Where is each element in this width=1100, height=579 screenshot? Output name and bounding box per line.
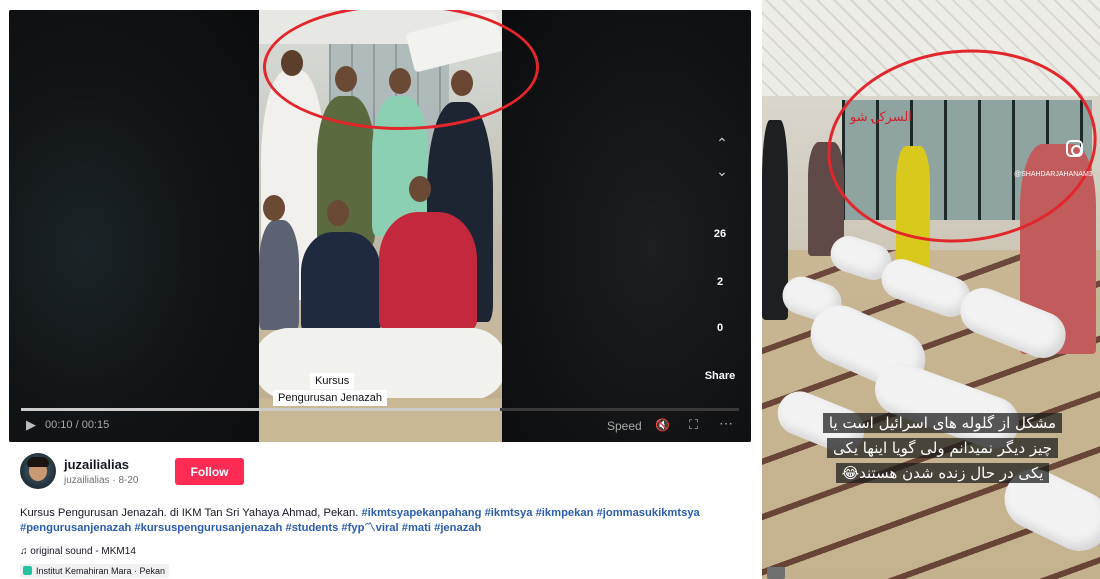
username[interactable]: juzailialias bbox=[64, 457, 129, 472]
player-controls: ▶ 00:10 / 00:15 Speed 🔇 ⛶ ⋯ bbox=[9, 408, 751, 442]
video-info: juzailialias juzailialias · 8-20 Follow … bbox=[9, 442, 751, 579]
persian-caption-line2: چیز دیگر نمیدانم ولی گویا اینها یکی bbox=[827, 438, 1058, 458]
fullscreen-icon[interactable]: ⛶ bbox=[689, 417, 698, 433]
persian-caption-line1: مشکل از گلوله های اسرائیل است یا bbox=[822, 413, 1063, 433]
like-count[interactable]: 26 bbox=[695, 228, 745, 240]
follow-button[interactable]: Follow bbox=[175, 458, 244, 485]
overlay-text: السرکۍ شو bbox=[850, 110, 912, 125]
blurred-background-left bbox=[9, 10, 259, 442]
progress-bar[interactable] bbox=[21, 408, 739, 411]
username-date: juzailialias · 8-20 bbox=[64, 475, 139, 486]
save-count[interactable]: 0 bbox=[695, 322, 745, 334]
chevron-down-icon[interactable]: ⌄ bbox=[712, 163, 732, 180]
progress-fill bbox=[21, 408, 500, 411]
tiktok-video-panel: Kursus Pengurusan Jenazah ⌃ ⌄ 26 2 0 Sha… bbox=[9, 10, 751, 579]
video-player[interactable]: Kursus Pengurusan Jenazah bbox=[9, 10, 751, 442]
hashtag[interactable]: #mati bbox=[402, 522, 431, 534]
music-link[interactable]: ♫ original sound - MKM14 bbox=[20, 546, 136, 557]
speed-button[interactable]: Speed bbox=[607, 419, 642, 433]
location-label: Institut Kemahiran Mara · Pekan bbox=[36, 566, 166, 576]
hashtag[interactable]: #ikmtsya bbox=[485, 507, 533, 519]
instagram-icon bbox=[1066, 140, 1083, 157]
hashtag[interactable]: #kursuspengurusanjenazah bbox=[134, 522, 282, 534]
description-text: Kursus Pengurusan Jenazah. di IKM Tan Sr… bbox=[20, 507, 359, 519]
video-caption-line1: Kursus bbox=[310, 373, 355, 389]
person-red-shirt bbox=[379, 212, 477, 330]
video-description: Kursus Pengurusan Jenazah. di IKM Tan Sr… bbox=[20, 506, 745, 536]
share-button[interactable]: Share bbox=[695, 370, 745, 382]
avatar[interactable] bbox=[20, 453, 56, 489]
location-tag[interactable]: Institut Kemahiran Mara · Pekan bbox=[20, 564, 170, 578]
hashtag[interactable]: #pengurusanjenazah bbox=[20, 522, 131, 534]
persian-caption: مشکل از گلوله های اسرائیل است یا چیز دیگ… bbox=[800, 411, 1085, 486]
comment-count[interactable]: 2 bbox=[695, 276, 745, 288]
video-caption-line2: Pengurusan Jenazah bbox=[273, 390, 387, 406]
corner-icon bbox=[767, 567, 785, 579]
watermark: @SHAHDARJAHANAM3 bbox=[1014, 171, 1093, 178]
hashtag[interactable]: #jenazah bbox=[434, 522, 481, 534]
hashtag[interactable]: #ikmtsyapekanpahang bbox=[361, 507, 481, 519]
chevron-up-icon[interactable]: ⌃ bbox=[712, 135, 732, 152]
more-icon[interactable]: ⋯ bbox=[719, 415, 733, 432]
hashtag[interactable]: #ikmpekan bbox=[536, 507, 594, 519]
persian-caption-line3: یکی در حال زنده شدن هستند😂 bbox=[835, 463, 1050, 483]
person-dark-shirt bbox=[301, 232, 381, 332]
time-display: 00:10 / 00:15 bbox=[45, 419, 110, 431]
hashtag[interactable]: #students bbox=[285, 522, 338, 534]
hashtag[interactable]: #fyp〽viral bbox=[341, 522, 398, 534]
location-pin-icon bbox=[23, 566, 32, 575]
hashtag[interactable]: #jommasukikmtsya bbox=[597, 507, 700, 519]
play-icon[interactable]: ▶ bbox=[26, 417, 36, 433]
volume-muted-icon[interactable]: 🔇 bbox=[655, 418, 670, 432]
